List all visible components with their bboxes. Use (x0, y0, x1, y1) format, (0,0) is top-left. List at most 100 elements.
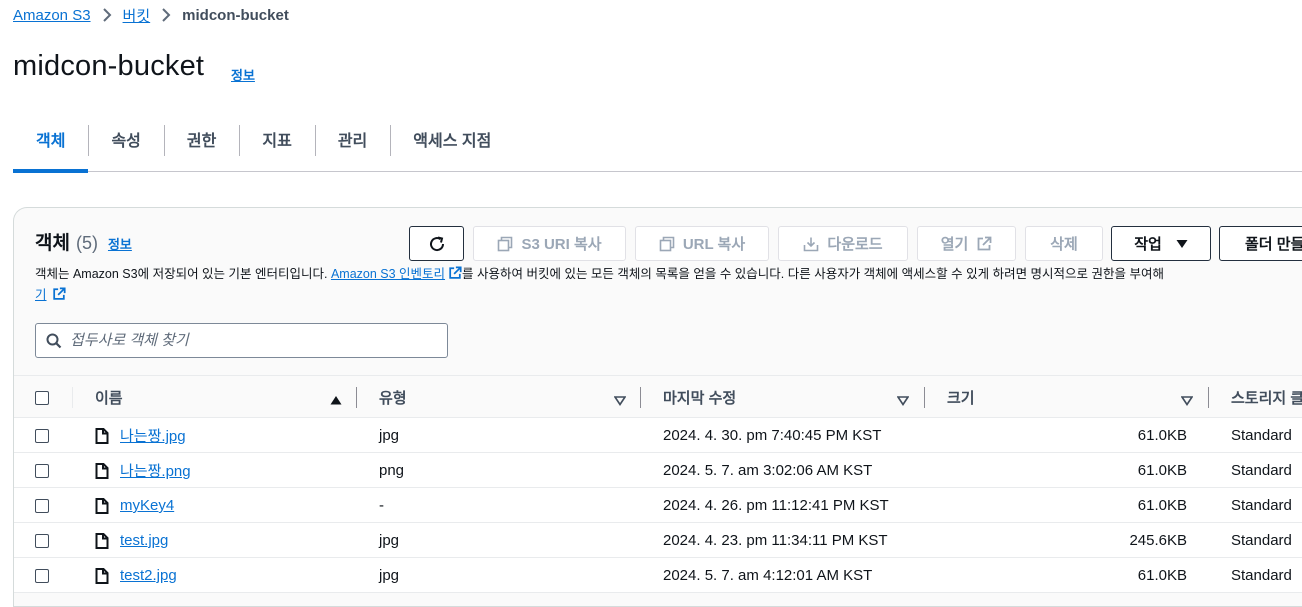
info-link[interactable]: 정보 (108, 234, 132, 253)
table-body: 나는짱.jpg jpg 2024. 4. 30. pm 7:40:45 PM K… (14, 418, 1302, 593)
tab-label: 지표 (262, 133, 292, 150)
object-type: jpg (379, 532, 400, 549)
copy-icon (659, 236, 683, 252)
row-checkbox[interactable] (35, 488, 49, 523)
tab-management[interactable]: 관리 (314, 118, 390, 172)
object-count: (5) (75, 233, 98, 253)
object-size: 61.0KB (1137, 427, 1187, 444)
sort-icon[interactable] (613, 393, 627, 411)
tab-label: 속성 (111, 133, 141, 150)
search-icon (46, 333, 62, 349)
column-header-storage-class[interactable]: 스토리지 클 (1231, 376, 1302, 419)
button-label: 삭제 (1050, 236, 1078, 253)
breadcrumb: Amazon S3 버킷 midcon-bucket (13, 4, 289, 26)
file-icon (95, 427, 109, 444)
tab-properties[interactable]: 속성 (88, 118, 163, 172)
object-size: 61.0KB (1137, 497, 1187, 514)
copy-s3-uri-button[interactable]: S3 URI 복사 (473, 226, 626, 261)
sort-ascending-icon[interactable] (330, 392, 342, 410)
table-header: 이름 유형 마지막 수정 크기 스토리지 클 (14, 375, 1302, 418)
download-button[interactable]: 다운로드 (778, 226, 908, 261)
select-all-checkbox[interactable] (35, 376, 49, 419)
sort-icon[interactable] (1180, 393, 1194, 411)
column-divider[interactable] (924, 387, 925, 408)
table-row: test.jpg jpg 2024. 4. 23. pm 11:34:11 PM… (14, 523, 1302, 558)
column-header-type[interactable]: 유형 (379, 376, 407, 419)
object-link[interactable]: 나는짱.jpg (120, 425, 186, 446)
object-last-modified: 2024. 5. 7. am 4:12:01 AM KST (663, 567, 873, 584)
chevron-right-icon (155, 6, 177, 24)
refresh-icon (427, 234, 447, 254)
panel-description: 객체는 Amazon S3에 저장되어 있는 기본 엔터티입니다. Amazon… (35, 265, 1302, 307)
row-checkbox[interactable] (35, 453, 49, 488)
object-type: jpg (379, 567, 400, 584)
button-label: URL 복사 (682, 236, 746, 253)
panel-title: 객체 (35, 233, 70, 254)
breadcrumb-buckets[interactable]: 버킷 (123, 5, 151, 26)
actions-dropdown[interactable]: 작업 (1111, 226, 1211, 261)
table-row: 나는짱.jpg jpg 2024. 4. 30. pm 7:40:45 PM K… (14, 418, 1302, 453)
column-divider[interactable] (640, 387, 641, 408)
tab-objects[interactable]: 객체 (13, 118, 89, 173)
object-last-modified: 2024. 4. 26. pm 11:12:41 PM KST (663, 497, 889, 514)
object-size: 61.0KB (1137, 567, 1187, 584)
external-link-icon (976, 236, 992, 252)
column-header-size[interactable]: 크기 (947, 376, 975, 419)
sort-icon[interactable] (896, 393, 910, 411)
column-header-last-modified[interactable]: 마지막 수정 (663, 376, 736, 419)
objects-table: 이름 유형 마지막 수정 크기 스토리지 클 나는짱.jpg jpg 2024.… (14, 375, 1302, 593)
inventory-link[interactable]: Amazon S3 인벤토리 (330, 266, 462, 281)
info-link[interactable]: 정보 (231, 65, 255, 84)
search-input[interactable] (70, 332, 430, 349)
column-divider[interactable] (356, 387, 357, 408)
row-checkbox[interactable] (35, 418, 49, 453)
table-row: test2.jpg jpg 2024. 5. 7. am 4:12:01 AM … (14, 558, 1302, 593)
row-checkbox[interactable] (35, 523, 49, 558)
row-checkbox[interactable] (35, 558, 49, 593)
object-type: jpg (379, 427, 400, 444)
tab-permissions[interactable]: 권한 (163, 118, 239, 172)
object-storage-class: Standard (1231, 532, 1292, 549)
panel-header: 객체 (5) 정보 (35, 228, 132, 255)
column-divider[interactable] (1208, 387, 1209, 408)
object-link[interactable]: test.jpg (120, 532, 168, 549)
permissions-link[interactable]: 기 (35, 287, 66, 302)
object-link[interactable]: 나는짱.png (120, 460, 191, 481)
object-last-modified: 2024. 4. 23. pm 11:34:11 PM KST (663, 532, 888, 549)
refresh-button[interactable] (409, 226, 464, 261)
object-size: 245.6KB (1129, 532, 1187, 549)
search-box (35, 323, 448, 358)
caret-down-icon (1176, 239, 1188, 249)
page-title: midcon-bucket (13, 50, 205, 82)
object-link[interactable]: myKey4 (120, 497, 174, 514)
object-size: 61.0KB (1137, 462, 1187, 479)
tab-bar: 객체 속성 권한 지표 관리 액세스 지점 (13, 118, 1302, 173)
inventory-link-label: Amazon S3 인벤토리 (330, 267, 446, 281)
external-link-icon (52, 287, 66, 307)
column-header-name[interactable]: 이름 (95, 376, 123, 419)
object-link[interactable]: test2.jpg (120, 567, 177, 584)
object-storage-class: Standard (1231, 567, 1292, 584)
tab-metrics[interactable]: 지표 (239, 118, 314, 172)
file-icon (95, 497, 109, 514)
file-icon (95, 567, 109, 584)
open-button[interactable]: 열기 (917, 226, 1016, 261)
description-text: 객체는 Amazon S3에 저장되어 있는 기본 엔터티입니다. (35, 267, 331, 281)
breadcrumb-amazon-s3[interactable]: Amazon S3 (13, 7, 91, 24)
delete-button[interactable]: 삭제 (1025, 226, 1103, 261)
object-name-cell: 나는짱.jpg (95, 418, 186, 453)
create-folder-button[interactable]: 폴더 만들 (1219, 226, 1302, 261)
tab-label: 객체 (36, 133, 66, 150)
tab-access-points[interactable]: 액세스 지점 (390, 118, 514, 172)
object-name-cell: myKey4 (95, 488, 174, 523)
object-name-cell: 나는짱.png (95, 453, 191, 488)
object-name-cell: test.jpg (95, 523, 168, 558)
button-label: 작업 (1134, 236, 1162, 253)
copy-url-button[interactable]: URL 복사 (635, 226, 769, 261)
table-row: myKey4 - 2024. 4. 26. pm 11:12:41 PM KST… (14, 488, 1302, 523)
table-row: 나는짱.png png 2024. 5. 7. am 3:02:06 AM KS… (14, 453, 1302, 488)
button-label: S3 URI 복사 (521, 236, 602, 253)
objects-panel: 객체 (5) 정보 S3 URI 복사 URL 복사 다운로드 열기 삭제 작업… (13, 207, 1302, 607)
object-type: png (379, 462, 405, 479)
breadcrumb-current: midcon-bucket (182, 6, 289, 24)
